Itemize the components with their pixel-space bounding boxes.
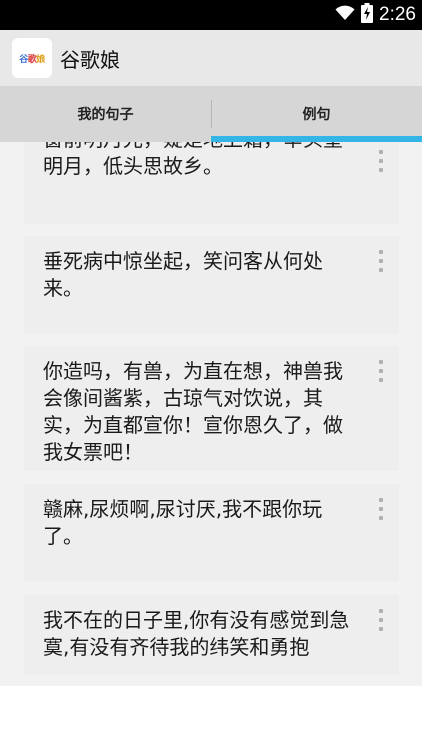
battery-icon <box>361 3 374 27</box>
tab-my-sentences[interactable]: 我的句子 <box>0 86 211 142</box>
sentence-card[interactable]: 赣麻,尿烦啊,尿讨厌,我不跟你玩了。 <box>24 484 399 581</box>
sentence-card[interactable]: 垂死病中惊坐起，笑问客从何处来。 <box>24 236 399 334</box>
bottom-area <box>0 686 422 752</box>
app-bar: 谷 歌 娘 谷歌娘 <box>0 30 422 86</box>
sentence-text: 窗前明月光，疑是地上霜，举头望明月，低头思故乡。 <box>43 142 343 178</box>
status-bar: 2:26 <box>0 0 422 30</box>
tab-label: 我的句子 <box>77 107 134 123</box>
overflow-menu-icon[interactable] <box>377 150 385 172</box>
logo-char: 谷 <box>19 54 28 65</box>
overflow-menu-icon[interactable] <box>377 250 385 272</box>
sentence-card[interactable]: 窗前明月光，疑是地上霜，举头望明月，低头思故乡。 <box>24 142 399 224</box>
overflow-menu-icon[interactable] <box>377 498 385 520</box>
sentence-text: 我不在的日子里,你有没有感觉到急寞,有没有齐待我的纬笑和勇抱 <box>43 608 350 659</box>
sentence-card[interactable]: 我不在的日子里,你有没有感觉到急寞,有没有齐待我的纬笑和勇抱 <box>24 595 399 675</box>
sentence-text: 赣麻,尿烦啊,尿讨厌,我不跟你玩了。 <box>43 497 323 548</box>
status-time: 2:26 <box>379 4 416 25</box>
overflow-menu-icon[interactable] <box>377 609 385 631</box>
sentence-text: 你造吗，有兽，为直在想，神兽我会像间酱紫，古琼气对饮说，其实，为直都宣你！宣你恩… <box>43 359 343 464</box>
sentence-card[interactable]: 你造吗，有兽，为直在想，神兽我会像间酱紫，古琼气对饮说，其实，为直都宣你！宣你恩… <box>24 346 399 471</box>
sentence-list[interactable]: 窗前明月光，疑是地上霜，举头望明月，低头思故乡。 垂死病中惊坐起，笑问客从何处来… <box>0 142 422 686</box>
overflow-menu-icon[interactable] <box>377 360 385 382</box>
logo-char: 歌 <box>27 54 37 65</box>
tab-example-sentences[interactable]: 例句 <box>211 86 422 142</box>
wifi-icon <box>335 5 355 25</box>
status-icons: 2:26 <box>335 3 416 27</box>
tab-bar: 我的句子 例句 <box>0 86 422 142</box>
logo-char: 娘 <box>36 54 45 65</box>
app-title: 谷歌娘 <box>60 47 120 72</box>
app-logo[interactable]: 谷 歌 娘 <box>12 38 52 78</box>
sentence-text: 垂死病中惊坐起，笑问客从何处来。 <box>43 249 323 300</box>
tab-label: 例句 <box>302 107 331 123</box>
